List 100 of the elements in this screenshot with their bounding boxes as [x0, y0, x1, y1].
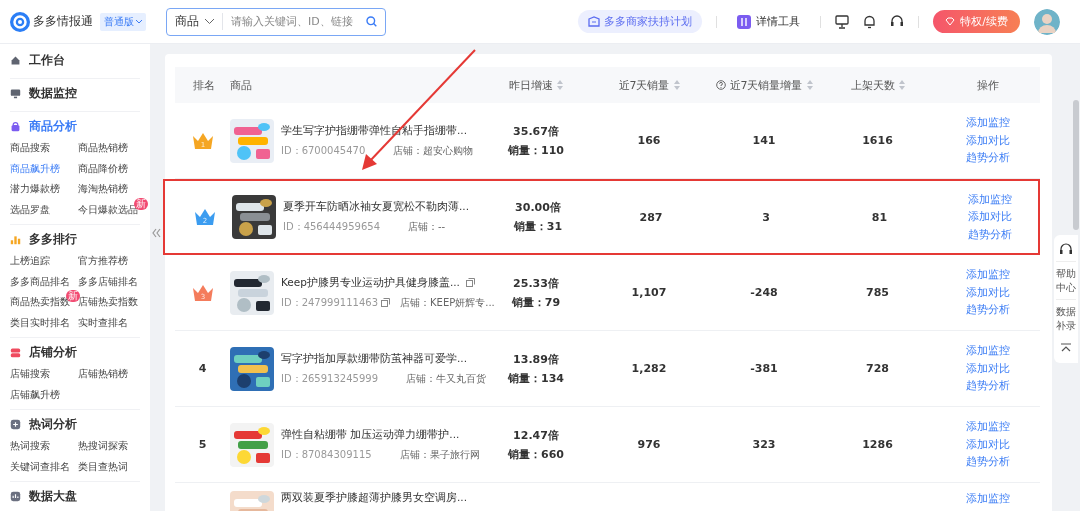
bell-icon[interactable]: [863, 14, 877, 29]
sidebar-item[interactable]: 多多商品排名: [10, 271, 70, 292]
action-link[interactable]: 添加监控: [965, 343, 1010, 359]
search-field[interactable]: 商品 请输入关键词、ID、链接: [166, 7, 386, 36]
avatar[interactable]: [1034, 8, 1060, 35]
product-title[interactable]: 夏季开车防晒冰袖女夏宽松不勒肉薄...: [283, 200, 469, 214]
scrollbar[interactable]: [1073, 100, 1079, 230]
action-link[interactable]: 趋势分析: [967, 226, 1012, 243]
sidebar-group[interactable]: 热词分析: [10, 410, 140, 438]
action-link[interactable]: 添加监控: [965, 491, 1010, 507]
sidebar-item[interactable]: 选品罗盘: [10, 199, 50, 220]
chart-icon: [10, 490, 21, 502]
edition-dropdown[interactable]: 普通版: [100, 12, 146, 31]
table-cell: 728: [866, 362, 889, 375]
column-header[interactable]: 近7天销量增量: [715, 77, 813, 93]
table-cell: 1616: [862, 134, 893, 147]
sales-value: 销量：660: [508, 446, 564, 462]
bag-icon: [10, 120, 21, 132]
sidebar-item[interactable]: 商品搜索: [10, 138, 50, 159]
column-header[interactable]: 上架天数: [850, 77, 905, 93]
sidebar-group[interactable]: 数据大盘: [10, 482, 140, 510]
product-title[interactable]: Keep护膝男专业运动护具健身膝盖...: [281, 275, 460, 290]
action-link[interactable]: 添加监控: [965, 115, 1010, 131]
scope-dropdown[interactable]: 商品: [175, 13, 223, 30]
table-cell: 785: [866, 286, 889, 299]
headset-icon[interactable]: [890, 14, 905, 29]
column-header[interactable]: 操作: [976, 77, 999, 93]
shop-name: 店铺：KEEP妍辉专...: [400, 295, 495, 310]
sidebar-group[interactable]: 商品分析: [10, 112, 140, 140]
column-header[interactable]: 近7天销量: [618, 77, 680, 93]
sidebar-item[interactable]: 海淘热销榜: [78, 179, 128, 200]
table-cell: -248: [750, 286, 778, 299]
action-link[interactable]: 添加对比: [965, 360, 1010, 377]
tools-button[interactable]: 详情工具: [731, 13, 807, 30]
sales-value: 销量：31: [513, 219, 563, 234]
action-link[interactable]: 添加对比: [965, 132, 1010, 149]
panel-link[interactable]: 数据补录: [1056, 299, 1076, 337]
sidebar-item[interactable]: 类目实时排名: [10, 312, 70, 333]
shop-name: 店铺：--: [408, 220, 446, 234]
table-cell: 81: [871, 210, 888, 224]
copy-icon[interactable]: [465, 278, 475, 287]
rank-number: 4: [198, 362, 207, 375]
sidebar-item[interactable]: 关键词查排名: [10, 456, 70, 477]
sidebar-group[interactable]: 工作台: [10, 46, 140, 74]
sidebar-item[interactable]: 店铺搜索: [10, 364, 50, 385]
action-link[interactable]: 添加监控: [965, 267, 1010, 283]
sidebar-item[interactable]: 店铺热销榜: [78, 364, 128, 385]
column-header[interactable]: 商品: [230, 77, 252, 93]
action-link[interactable]: 添加监控: [965, 419, 1010, 435]
action-link[interactable]: 趋势分析: [965, 454, 1010, 470]
action-link[interactable]: 趋势分析: [965, 302, 1010, 318]
sidebar-item[interactable]: 商品飙升榜: [10, 158, 60, 179]
table-cell: -381: [750, 362, 778, 375]
help-icon[interactable]: [715, 80, 726, 90]
sidebar-item[interactable]: 类目查热词: [78, 456, 128, 477]
action-link[interactable]: 趋势分析: [965, 378, 1010, 394]
promo-button[interactable]: 多多商家扶持计划: [578, 10, 703, 33]
column-header[interactable]: 排名: [193, 77, 215, 93]
product-title[interactable]: 弹性自粘绷带 加压运动弹力绷带护...: [281, 427, 460, 442]
product-title[interactable]: 两双装夏季护膝超薄护膝男女空调房...: [281, 491, 467, 505]
product-id: ID：265913245999: [281, 371, 378, 386]
search-icon[interactable]: [366, 16, 377, 27]
action-link[interactable]: 添加对比: [967, 209, 1012, 225]
copy-icon[interactable]: [381, 298, 390, 307]
sidebar-item[interactable]: 热词搜索: [10, 436, 50, 457]
sidebar-item[interactable]: 官方推荐榜: [78, 251, 128, 272]
sidebar-group[interactable]: 店铺分析: [10, 338, 140, 366]
column-header[interactable]: 昨日增速: [509, 77, 563, 93]
home-icon: [10, 54, 21, 66]
action-link[interactable]: 添加对比: [965, 436, 1010, 453]
table-cell: 141: [752, 134, 776, 147]
sidebar-item[interactable]: 商品热销榜: [78, 138, 128, 159]
action-link[interactable]: 添加对比: [965, 284, 1010, 301]
sidebar-item[interactable]: 多多店铺排名: [78, 271, 138, 292]
product-id: ID：456444959654: [283, 220, 380, 234]
monitor-icon[interactable]: [835, 14, 850, 29]
product-title[interactable]: 写字护指加厚款绷带防茧神器可爱学...: [281, 351, 467, 366]
panel-link[interactable]: 帮助中心: [1056, 261, 1076, 299]
growth-value: 25.33倍: [513, 275, 559, 291]
sidebar-group[interactable]: 数据监控: [10, 79, 140, 107]
sidebar-item[interactable]: 潜力爆款榜: [10, 179, 60, 200]
action-link[interactable]: 趋势分析: [965, 150, 1010, 166]
sidebar-item[interactable]: 上榜追踪: [10, 251, 50, 272]
sales-value: 销量：134: [508, 370, 564, 386]
tools-icon: [737, 14, 752, 29]
growth-value: 30.00倍: [515, 200, 561, 215]
action-link[interactable]: 添加监控: [967, 191, 1012, 208]
headset-icon[interactable]: [1059, 243, 1073, 257]
sidebar-group[interactable]: 多多排行: [10, 225, 140, 253]
table-cell: 323: [752, 438, 776, 451]
shop-name: 店铺：果子旅行网: [399, 447, 480, 462]
sidebar-item[interactable]: 商品降价榜: [78, 158, 128, 179]
collapse-icon[interactable]: [151, 226, 161, 240]
sidebar-item[interactable]: 店铺热卖指数: [78, 292, 138, 313]
sidebar-item[interactable]: 热搜词探索: [78, 436, 128, 457]
table-cell: 1,282: [631, 362, 667, 375]
sidebar-item[interactable]: 店铺飙升榜: [10, 384, 60, 405]
sidebar-item[interactable]: 实时查排名: [78, 312, 128, 333]
growth-value: 12.47倍: [513, 427, 559, 443]
product-id: ID：87084309115: [281, 447, 372, 462]
